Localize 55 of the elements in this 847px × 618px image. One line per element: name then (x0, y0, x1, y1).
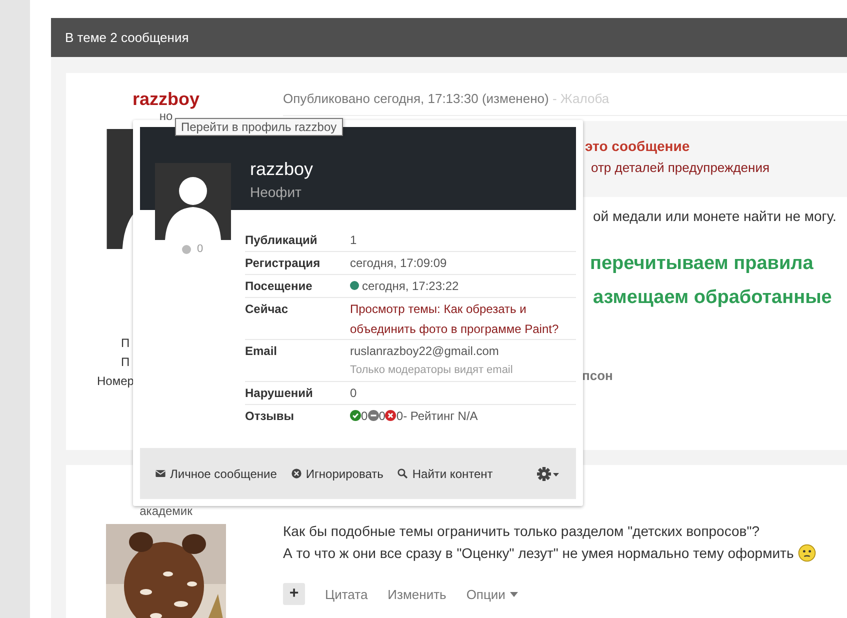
post-action-link[interactable]: Цитата (325, 586, 368, 602)
profile-action-link[interactable]: Личное сообщение (155, 466, 277, 480)
profile-rank: Неофит (250, 184, 302, 200)
post-text: ой медали или монете найти не могу. (593, 207, 836, 226)
caret-icon (510, 592, 518, 596)
negative-count: 0 (396, 408, 404, 425)
profile-name[interactable]: razzboy (250, 159, 314, 180)
field-value: 1 (350, 232, 357, 249)
author-rank: но (159, 110, 173, 123)
tooltip: Перейти в профиль razzboy (175, 118, 343, 136)
field-label: Отзывы (245, 408, 296, 425)
post-date: Опубликовано сегодня, 17:13:30 (изменено) (283, 91, 549, 106)
warning-title: это сообщение (585, 138, 690, 154)
field-label: Сейчас (245, 301, 290, 318)
highlighted-text: перечитываем правила (590, 252, 814, 276)
x-circle-icon (385, 410, 396, 421)
email-value: ruslanrazboy22@gmail.com (350, 343, 499, 360)
highlighted-text: азмещаем обработанные (593, 286, 832, 310)
x-circle-icon (290, 468, 302, 479)
signature-text: псон (582, 367, 613, 385)
settings-menu-icon[interactable] (537, 466, 561, 480)
avatar-icon[interactable] (154, 163, 230, 240)
field-label: Публикаций (245, 232, 318, 249)
field-value: 0 (350, 385, 357, 402)
minus-circle-icon (368, 410, 379, 421)
field-label: Нарушений (245, 385, 314, 402)
field-value: сегодня, 17:09:09 (350, 255, 447, 272)
positive-count: 0 (361, 408, 368, 425)
author-rank: академик (140, 505, 192, 518)
field-value: сегодня, 17:23:22 (362, 278, 459, 295)
check-circle-icon (350, 410, 361, 421)
profile-action-link[interactable]: Найти контент (397, 466, 493, 480)
neutral-count: 0 (378, 408, 386, 425)
email-note: Только модераторы видят email (350, 363, 514, 378)
author-name[interactable]: razzboy (132, 89, 200, 110)
author-info-text: П (121, 354, 130, 371)
reputation-count: 0 (196, 243, 204, 255)
options-menu[interactable]: Опции (466, 586, 518, 602)
author-info-text: П (121, 335, 130, 352)
post-action-link[interactable]: Изменить (388, 586, 446, 602)
warning-details-link[interactable]: отр деталей предупреждения (591, 160, 770, 175)
post-text: Как бы подобные темы ограничить только разделом "детских вопросов"? (283, 522, 760, 541)
topic-title: В теме 2 сообщения (65, 30, 189, 45)
reputation-icon (182, 244, 191, 254)
activity-link[interactable]: Просмотр темы: Как обрезать и объединить фото в программе Paint? (350, 298, 576, 339)
field-label: Регистрация (245, 255, 322, 272)
rating-text: - Рейтинг N/A (403, 408, 478, 425)
profile-action-link[interactable]: Игнорировать (290, 466, 384, 480)
field-label: Посещение (245, 278, 314, 295)
field-label: Email (245, 343, 278, 360)
envelope-icon (155, 468, 166, 479)
multiquote-button[interactable]: + (283, 583, 305, 605)
author-info-text: Номер (97, 373, 134, 390)
search-icon (397, 468, 408, 479)
post-text: А то что ж они все сразу в "Оценку" лезут" не умея нормально тему оформить (283, 544, 794, 563)
